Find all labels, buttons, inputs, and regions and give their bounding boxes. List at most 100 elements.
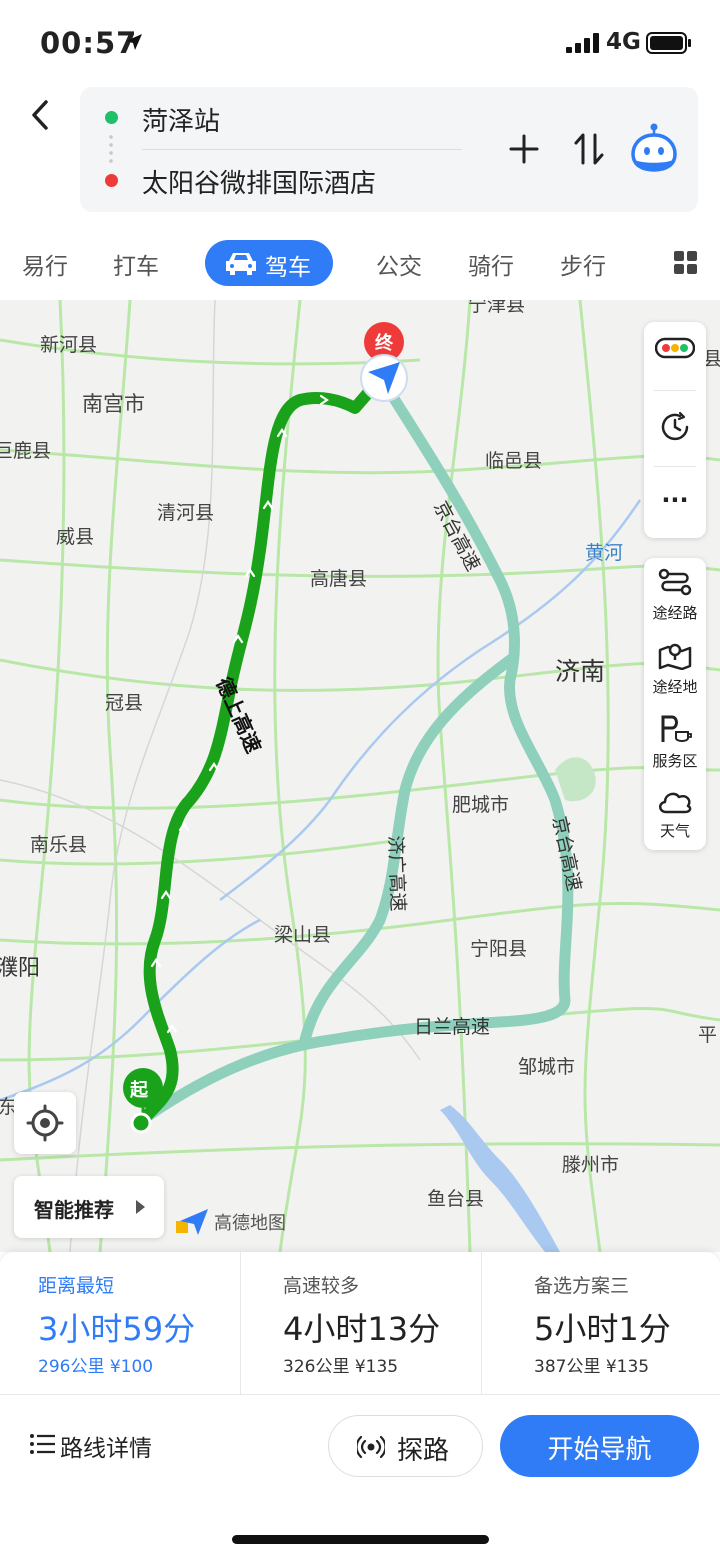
map-tools-panel: ··· xyxy=(644,322,706,538)
time-settings[interactable] xyxy=(644,410,706,448)
tab-taxi[interactable]: 打车 xyxy=(113,247,159,281)
parking-coffee-icon xyxy=(661,715,692,742)
plan-title: 高速较多 xyxy=(283,1275,360,1297)
clock: 00:57 xyxy=(40,26,138,60)
map-label: 肥城市 xyxy=(452,794,510,816)
network-type: 4G xyxy=(606,29,641,55)
plan-duration: 3小时59分 xyxy=(38,1310,196,1348)
waypoint-place-label: 途经地 xyxy=(652,678,698,696)
route-details-button[interactable]: 路线详情 xyxy=(30,1433,152,1462)
map-label: 高唐县 xyxy=(310,568,368,590)
start-marker[interactable]: 起 xyxy=(130,1076,148,1102)
map-label: 梁山县 xyxy=(274,924,332,946)
map-view[interactable]: 宁津县 新河县 南宫市 巨鹿县 清河县 威县 高唐县 临邑县 黄河 济南 冠县 … xyxy=(0,300,720,1252)
service-area-label: 服务区 xyxy=(652,752,698,770)
map-label: 濮阳 xyxy=(0,956,41,981)
route-tools-panel: 途经路 途经地 服务区 天气 xyxy=(644,558,706,850)
traffic-light-icon xyxy=(654,337,696,359)
map-pin-icon xyxy=(658,643,692,671)
swap-icon[interactable] xyxy=(573,131,605,167)
route-plan-card[interactable]: 备选方案三 5小时1分 387公里 ¥135 xyxy=(482,1252,720,1394)
plan-duration: 5小时1分 xyxy=(534,1310,671,1348)
traffic-toggle[interactable] xyxy=(644,336,706,364)
map-label: 黄河 xyxy=(585,542,624,564)
waypoint-road-label: 途经路 xyxy=(652,604,698,622)
map-label: 临邑县 xyxy=(485,450,543,472)
map-label: 滕州市 xyxy=(562,1154,620,1176)
highway-label: 日兰高速 xyxy=(414,1016,491,1038)
broadcast-icon xyxy=(357,1435,385,1459)
list-icon xyxy=(30,1434,55,1454)
destination-field[interactable]: 太阳谷微排国际酒店 xyxy=(142,163,376,200)
waypoint-road-button[interactable]: 途经路 xyxy=(644,568,706,623)
tab-yixing[interactable]: 易行 xyxy=(22,247,68,281)
cloud-icon xyxy=(659,792,692,814)
plan-distance-toll: 326公里 ¥135 xyxy=(283,1357,399,1377)
bottom-action-bar: 路线详情 探路 开始导航 xyxy=(0,1395,720,1558)
more-modes-icon[interactable] xyxy=(674,251,698,275)
weather-button[interactable]: 天气 xyxy=(644,788,706,841)
plan-title: 距离最短 xyxy=(38,1275,115,1297)
status-bar: 00:57 4G xyxy=(0,0,720,88)
signal-icon xyxy=(566,33,599,53)
map-label: 鱼台县 xyxy=(427,1188,485,1210)
map-label: 冠县 xyxy=(105,692,144,714)
waypoint-place-button[interactable]: 途经地 xyxy=(644,640,706,697)
locate-button[interactable] xyxy=(14,1092,76,1154)
route-plans: 距离最短 3小时59分 296公里 ¥100 高速较多 4小时13分 326公里… xyxy=(0,1252,720,1394)
location-arrow-icon xyxy=(126,34,142,50)
route-plan-card[interactable]: 距离最短 3小时59分 296公里 ¥100 xyxy=(0,1252,240,1394)
add-waypoint-icon[interactable] xyxy=(508,133,540,165)
smart-recommend-label: 智能推荐 xyxy=(34,1198,114,1222)
highway-label: 济广高速 xyxy=(384,835,409,912)
service-area-button[interactable]: 服务区 xyxy=(644,714,706,771)
start-navigation-button[interactable]: 开始导航 xyxy=(500,1415,699,1477)
divider xyxy=(654,466,696,467)
route-input-box: 菏泽站 太阳谷微排国际酒店 xyxy=(80,87,698,212)
plan-title: 备选方案三 xyxy=(534,1275,630,1297)
origin-dot xyxy=(105,111,118,124)
map-label: 威县 xyxy=(56,526,95,548)
assistant-mascot-icon[interactable] xyxy=(630,121,678,173)
tab-drive-label: 驾车 xyxy=(265,255,311,281)
home-indicator[interactable] xyxy=(232,1535,489,1544)
origin-field[interactable]: 菏泽站 xyxy=(142,101,220,138)
car-icon xyxy=(226,253,256,275)
divider xyxy=(142,149,462,150)
map-label: 平 xyxy=(698,1024,718,1046)
map-label: 南宫市 xyxy=(82,392,145,416)
tab-drive[interactable]: 驾车 xyxy=(205,240,333,286)
plan-distance-toll: 296公里 ¥100 xyxy=(38,1357,154,1377)
transport-mode-tabs: 易行 打车 驾车 公交 骑行 步行 xyxy=(0,230,720,300)
connector-dots xyxy=(109,133,113,163)
map-label: 宁阳县 xyxy=(470,938,528,960)
destination-dot xyxy=(105,174,118,187)
route-plan-card[interactable]: 高速较多 4小时13分 326公里 ¥135 xyxy=(241,1252,481,1394)
route-icon xyxy=(658,568,692,596)
weather-label: 天气 xyxy=(659,822,690,840)
tab-bus[interactable]: 公交 xyxy=(376,247,422,281)
map-label: 邹城市 xyxy=(518,1056,576,1078)
clock-icon xyxy=(661,411,689,441)
explore-route-button[interactable]: 探路 xyxy=(328,1415,483,1477)
start-navigation-label: 开始导航 xyxy=(547,1435,652,1465)
map-canvas xyxy=(0,300,720,1252)
battery-icon xyxy=(646,32,691,54)
map-label: 巨鹿县 xyxy=(0,440,52,462)
brand-name: 高德地图 xyxy=(214,1213,286,1234)
crosshair-icon xyxy=(26,1104,64,1142)
end-marker[interactable]: 终 xyxy=(375,329,393,355)
tab-walk[interactable]: 步行 xyxy=(560,247,606,281)
divider xyxy=(654,390,696,391)
plan-distance-toll: 387公里 ¥135 xyxy=(534,1357,650,1377)
tab-ride[interactable]: 骑行 xyxy=(468,247,514,281)
triangle-right-icon xyxy=(136,1200,145,1214)
brand-logo: 高德地图 xyxy=(176,1205,286,1239)
back-icon[interactable] xyxy=(22,96,62,136)
map-label: 济南 xyxy=(555,657,606,686)
smart-recommend-button[interactable]: 智能推荐 xyxy=(14,1176,164,1238)
more-options-button[interactable]: ··· xyxy=(644,486,706,514)
plan-duration: 4小时13分 xyxy=(283,1310,441,1348)
explore-route-label: 探路 xyxy=(397,1436,450,1466)
amap-logo-icon xyxy=(176,1209,208,1235)
